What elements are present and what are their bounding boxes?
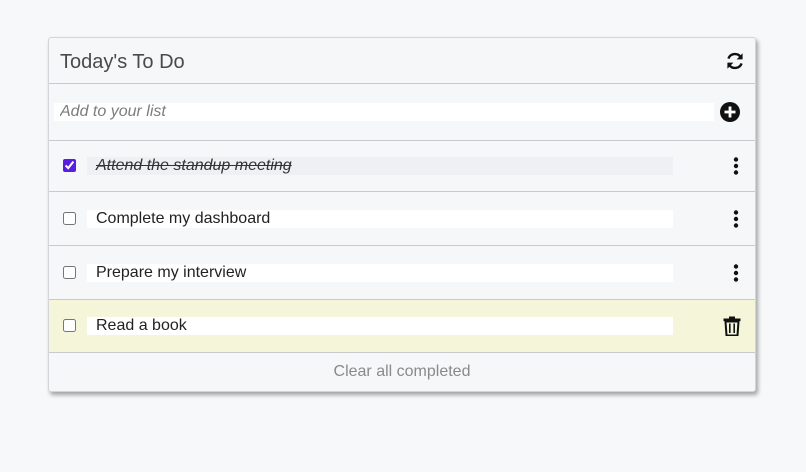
item-label[interactable]: Prepare my interview — [87, 263, 673, 282]
page-title: Today's To Do — [60, 51, 185, 73]
item-checkbox[interactable] — [63, 159, 76, 172]
list-item: Read a book — [49, 300, 755, 353]
kebab-menu-icon[interactable] — [731, 209, 741, 228]
item-label[interactable]: Complete my dashboard — [87, 209, 673, 228]
list-item: Complete my dashboard — [49, 192, 755, 246]
todo-header: Today's To Do — [49, 38, 755, 84]
trash-icon[interactable] — [723, 316, 741, 336]
clear-completed-button[interactable]: Clear all completed — [334, 363, 471, 381]
add-item-input[interactable] — [54, 103, 714, 121]
kebab-menu-icon[interactable] — [731, 263, 741, 282]
todo-list: Attend the standup meeting Complete my d… — [49, 141, 755, 353]
todo-card: Today's To Do Attend the standup meeting — [48, 37, 756, 392]
list-item: Prepare my interview — [49, 246, 755, 300]
todo-footer: Clear all completed — [49, 353, 755, 391]
refresh-icon[interactable] — [725, 51, 745, 71]
item-label[interactable]: Attend the standup meeting — [87, 157, 673, 175]
plus-circle-icon[interactable] — [720, 102, 740, 122]
item-checkbox[interactable] — [63, 265, 76, 279]
list-item: Attend the standup meeting — [49, 141, 755, 192]
kebab-menu-icon[interactable] — [731, 157, 741, 175]
item-checkbox[interactable] — [63, 319, 76, 332]
item-checkbox[interactable] — [63, 211, 76, 225]
item-label[interactable]: Read a book — [87, 317, 673, 335]
add-item-row — [49, 84, 755, 141]
